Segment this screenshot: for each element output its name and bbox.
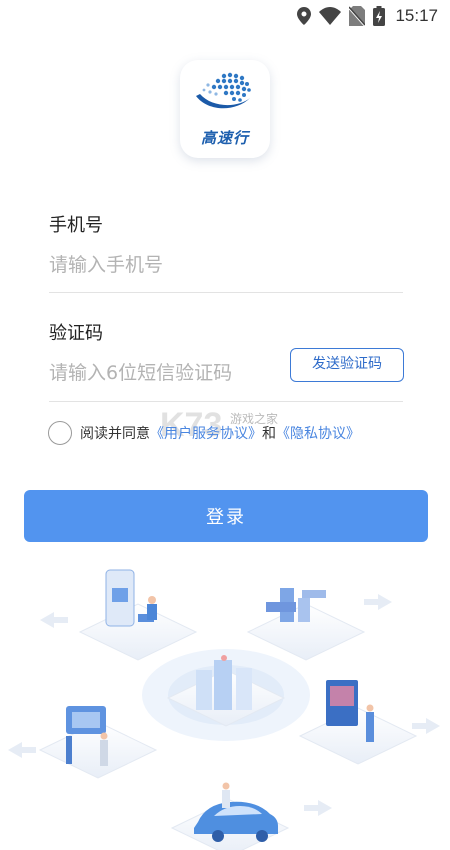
smart-city-illustration [8,569,440,850]
login-button[interactable]: 登录 [24,490,428,542]
code-divider [49,401,403,402]
location-icon [297,7,312,25]
wifi-icon [319,7,342,25]
service-agreement-link[interactable]: 《用户服务协议》 [150,423,262,443]
status-time: 15:17 [395,6,438,25]
phone-label: 手机号 [49,215,103,236]
status-icons: 15:17 [297,5,438,27]
privacy-agreement-link[interactable]: 《隐私协议》 [276,423,360,443]
app-logo: 高速行 [180,60,270,158]
code-input[interactable] [49,358,284,388]
status-bar: 15:17 [0,0,450,32]
send-code-button[interactable]: 发送验证码 [290,348,404,382]
no-sim-icon [349,6,366,26]
logo-text: 高速行 [200,129,249,147]
agree-prefix: 阅读并同意 [80,426,150,442]
battery-charging-icon [373,6,386,26]
globe-logo-icon [196,72,251,109]
phone-divider [49,292,403,293]
agree-checkbox[interactable] [48,421,72,445]
phone-input[interactable] [49,250,403,280]
code-label: 验证码 [49,323,103,344]
agree-and: 和 [262,426,276,442]
agreement-row: 阅读并同意 《用户服务协议》 和 《隐私协议》 [48,420,360,446]
